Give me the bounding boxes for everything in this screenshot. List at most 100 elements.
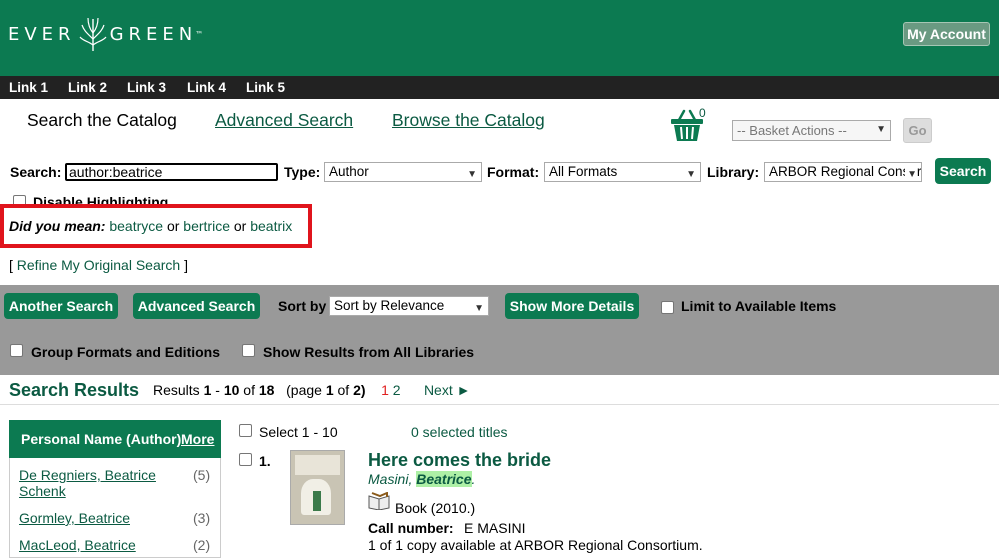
basket-go-button[interactable]: Go xyxy=(903,118,932,143)
group-formats-checkbox[interactable] xyxy=(10,344,23,357)
sort-by-label: Sort by xyxy=(278,298,327,314)
chevron-down-icon: ▼ xyxy=(876,124,886,135)
refine-search: [ Refine My Original Search ] xyxy=(9,257,188,273)
limit-available-checkbox[interactable] xyxy=(661,301,674,314)
evergreen-logo[interactable]: EVER GREEN ™ xyxy=(8,14,203,54)
page-prefix: (page xyxy=(286,382,322,398)
group-formats-label: Group Formats and Editions xyxy=(31,344,221,360)
format-select[interactable]: All Formats ▼ xyxy=(544,162,701,182)
nav-link-2[interactable]: Link 2 xyxy=(68,80,107,95)
record-title-link[interactable]: Here comes the bride xyxy=(368,450,551,471)
show-all-libraries-label: Show Results from All Libraries xyxy=(263,344,475,360)
page-current-number: 1 xyxy=(325,382,334,398)
suggestion-bertrice[interactable]: bertrice xyxy=(183,218,230,234)
library-select-value: ARBOR Regional Consortium xyxy=(769,164,922,179)
record-number: 1. xyxy=(259,453,271,469)
format-select-value: All Formats xyxy=(549,164,618,179)
facet-item-count: (2) xyxy=(193,537,211,553)
results-dash: - xyxy=(215,382,220,398)
my-account-button[interactable]: My Account xyxy=(903,22,990,46)
selected-titles-link[interactable]: 0 selected titles xyxy=(411,424,508,440)
facet-item-label: De Regniers, Beatrice xyxy=(19,467,156,483)
nav-link-1[interactable]: Link 1 xyxy=(9,80,48,95)
results-count-prefix: Results xyxy=(153,382,200,398)
chevron-down-icon: ▼ xyxy=(474,303,484,314)
search-label: Search: xyxy=(10,164,62,180)
chevron-down-icon: ▼ xyxy=(686,169,696,180)
results-total: 18 xyxy=(258,382,275,398)
suggestion-beatryce[interactable]: beatryce xyxy=(109,218,163,234)
call-number-value: E MASINI xyxy=(464,520,526,536)
results-divider xyxy=(0,404,999,405)
results-end: 10 xyxy=(223,382,240,398)
facet-item-gormley[interactable]: Gormley, Beatrice xyxy=(19,510,130,526)
nav-link-5[interactable]: Link 5 xyxy=(246,80,285,95)
refine-bracket-close: ] xyxy=(184,257,188,273)
facet-item-label-cont: Schenk xyxy=(19,483,66,499)
tab-search-catalog[interactable]: Search the Catalog xyxy=(27,110,177,131)
record-author-end: . xyxy=(471,471,476,487)
record-author-link[interactable]: Masini, xyxy=(368,471,412,487)
search-button[interactable]: Search xyxy=(935,158,991,184)
type-label: Type: xyxy=(284,164,321,180)
book-cover-thumbnail[interactable] xyxy=(290,450,345,525)
facet-item-count: (3) xyxy=(193,510,211,526)
library-select[interactable]: ARBOR Regional Consortium ▼ xyxy=(764,162,922,182)
facet-item-de-regniers[interactable]: De Regniers, Beatrice Schenk xyxy=(19,467,156,499)
select-all-checkbox[interactable] xyxy=(239,424,252,437)
refine-search-link[interactable]: Refine My Original Search xyxy=(17,257,180,273)
pager-next-link[interactable]: Next ► xyxy=(424,382,471,398)
format-label: Format: xyxy=(487,164,540,180)
suggestion-separator: or xyxy=(233,218,247,234)
search-input[interactable]: author:beatrice xyxy=(65,163,278,181)
pager-page-2[interactable]: 2 xyxy=(393,382,401,398)
record-author-highlight[interactable]: Beatrice xyxy=(416,471,472,487)
tab-advanced-search[interactable]: Advanced Search xyxy=(215,110,353,131)
record-format: Book (2010.) xyxy=(395,500,476,516)
refine-bracket-open: [ xyxy=(9,257,13,273)
did-you-mean: Did you mean: beatryce or bertrice or be… xyxy=(9,218,292,234)
tab-browse-catalog[interactable]: Browse the Catalog xyxy=(392,110,545,131)
show-more-details-button[interactable]: Show More Details xyxy=(505,293,639,319)
chevron-down-icon: ▼ xyxy=(467,169,477,180)
facet-item-count: (5) xyxy=(193,467,211,483)
advanced-search-button[interactable]: Advanced Search xyxy=(133,293,260,319)
sort-select[interactable]: Sort by Relevance ▼ xyxy=(329,296,489,316)
basket-count: 0 xyxy=(699,106,706,120)
limit-available-label: Limit to Available Items xyxy=(681,298,837,314)
facet-header: Personal Name (Author) More xyxy=(9,420,221,458)
search-results-heading: Search Results xyxy=(9,380,140,400)
call-number-label: Call number: xyxy=(368,520,454,536)
another-search-button[interactable]: Another Search xyxy=(4,293,118,319)
book-format-icon xyxy=(368,492,390,510)
nav-link-3[interactable]: Link 3 xyxy=(127,80,166,95)
logo-text-right: GREEN xyxy=(109,23,198,45)
library-label: Library: xyxy=(707,164,760,180)
logo-text-left: EVER xyxy=(8,23,76,45)
suggestion-separator: or xyxy=(166,218,180,234)
logo-trademark: ™ xyxy=(195,29,204,39)
top-link-bar: Link 1 Link 2 Link 3 Link 4 Link 5 xyxy=(0,76,999,99)
site-header: EVER GREEN ™ My Account xyxy=(0,0,999,76)
facet-header-title: Personal Name (Author) xyxy=(21,431,182,447)
results-of: of xyxy=(243,382,255,398)
did-you-mean-label: Did you mean: xyxy=(9,218,106,234)
record-availability: 1 of 1 copy available at ARBOR Regional … xyxy=(368,537,703,553)
facet-more-link[interactable]: More xyxy=(181,431,214,447)
sort-select-value: Sort by Relevance xyxy=(334,298,445,313)
pager-current-page: 1 xyxy=(381,382,389,398)
chevron-down-icon: ▼ xyxy=(905,166,917,181)
type-select-value: Author xyxy=(329,164,369,179)
page-of: of xyxy=(337,382,350,398)
page-total: 2) xyxy=(353,382,366,398)
nav-link-4[interactable]: Link 4 xyxy=(187,80,226,95)
type-select[interactable]: Author ▼ xyxy=(324,162,482,182)
show-all-libraries-checkbox[interactable] xyxy=(242,344,255,357)
record-select-checkbox[interactable] xyxy=(239,453,252,466)
results-count: Results 1 - 10 of 18 (page 1 of 2) 1 2 N… xyxy=(153,382,470,398)
facet-item-macleod[interactable]: MacLeod, Beatrice xyxy=(19,537,136,553)
suggestion-beatrix[interactable]: beatrix xyxy=(250,218,292,234)
record-author: Masini, Beatrice. xyxy=(368,471,475,487)
select-all-label: Select 1 - 10 xyxy=(259,424,338,440)
basket-actions-select[interactable]: -- Basket Actions -- ▼ xyxy=(732,120,891,141)
